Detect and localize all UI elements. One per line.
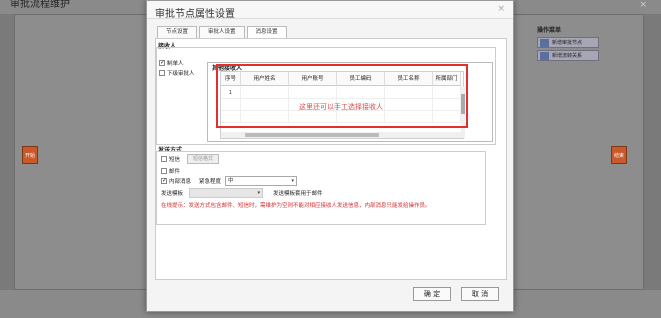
send-method-box: 短信 短信格式 邮件 ✓ 内部消息 紧急程度 中 ▾ 发送模板 ▾ 发送模板套用于邮… [156,151,486,225]
sms-format-button[interactable]: 短信格式 [187,154,220,164]
node-icon [540,39,549,47]
cancel-button[interactable]: 取 消 [461,287,499,301]
chevron-down-icon: ▾ [257,190,260,196]
dialog-close-icon[interactable]: × [497,4,505,14]
scrollbar-thumb[interactable] [245,133,379,137]
superior-checkbox[interactable]: 下级审批人 [159,69,195,77]
message-settings-panel: 接收人 ✓ 制单人 下级审批人 其他接收人 序号 用户姓名 用户账号 员工编码 员… [155,38,507,280]
tab-bar: 节点设置 审批人设置 消息设置 [157,26,289,38]
checkbox-empty-icon [161,168,167,174]
online-warning: 在线提示：发送方式包含邮件、短信时，需维护为空则不能对相应接收人发送信息，内部消… [161,203,431,209]
sms-checkbox[interactable]: 短信 [161,155,180,163]
transition-icon [540,52,549,60]
add-transition-button[interactable]: 新增流转关系 [537,50,599,61]
template-label: 发送模板 [161,191,184,197]
checkbox-empty-icon [161,156,167,162]
background-close-icon[interactable]: × [639,0,647,10]
ok-button[interactable]: 确 定 [413,287,451,301]
dialog-title: 审批节点属性设置 [147,1,513,20]
tab-node-settings[interactable]: 节点设置 [157,26,198,38]
end-node[interactable]: 结束 [611,146,627,164]
urgency-label: 紧急程度 [199,179,222,185]
node-properties-dialog: 审批节点属性设置 × 节点设置 审批人设置 消息设置 接收人 ✓ 制单人 下级审批… [146,0,514,312]
check-icon: ✓ [159,59,166,66]
ops-menu-title: 操作菜单 [537,27,562,34]
template-select[interactable]: ▾ [189,188,263,198]
highlight-annotation [216,64,468,128]
grid-horizontal-scrollbar[interactable] [221,132,461,138]
tab-approver-settings[interactable]: 审批人设置 [199,26,245,38]
add-approval-node-button[interactable]: 新增审批节点 [537,37,599,48]
template-note: 发送模板套用于邮件 [273,191,323,197]
chevron-down-icon: ▾ [291,178,294,184]
start-node[interactable]: 开始 [22,146,38,164]
check-icon: ✓ [161,177,168,184]
checkbox-empty-icon [159,70,165,76]
self-checkbox[interactable]: ✓ 制单人 [159,59,184,67]
internal-message-checkbox[interactable]: ✓ 内部消息 [161,177,191,185]
mail-checkbox[interactable]: 邮件 [161,167,180,175]
urgency-select[interactable]: 中 ▾ [225,176,297,186]
tab-message-settings[interactable]: 消息设置 [246,26,287,38]
